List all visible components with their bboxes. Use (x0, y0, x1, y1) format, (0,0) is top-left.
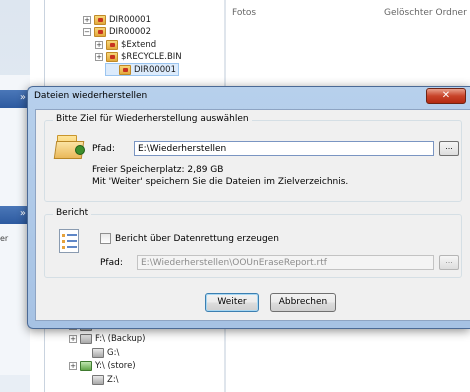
column-header-fotos[interactable]: Fotos (232, 8, 256, 18)
background-left-panel (0, 75, 30, 375)
drive-icon (92, 347, 104, 358)
next-button[interactable]: Weiter (205, 293, 259, 312)
folder-icon (94, 27, 106, 37)
tree-expand-icon[interactable]: + (69, 335, 77, 343)
target-group: Bitte Ziel für Wiederherstellung auswähl… (44, 114, 462, 202)
target-path-label: Pfad: (92, 144, 115, 154)
tree-row[interactable]: DIR00001 (105, 63, 179, 76)
restore-files-dialog: Dateien wiederherstellen ✕ Bitte Ziel fü… (27, 86, 470, 329)
tree-row-label: F:\ (Backup) (95, 334, 146, 344)
tree-expand-icon[interactable]: + (83, 15, 91, 24)
tree-row[interactable]: − DIR00002 (83, 26, 151, 39)
report-checkbox[interactable] (100, 233, 111, 244)
report-path-input (137, 255, 434, 270)
target-group-title: Bitte Ziel für Wiederherstellung auswähl… (53, 114, 252, 124)
column-header-deleted-folder[interactable]: Gelöschter Ordner (384, 8, 467, 18)
tree-row[interactable]: + F:\ (Backup) (69, 333, 145, 346)
tree-row-label: $Extend (121, 39, 157, 50)
folder-icon (106, 39, 118, 50)
tree-row-label: G:\ (107, 347, 120, 358)
report-checkbox-label[interactable]: Bericht über Datenrettung erzeugen (115, 234, 279, 244)
background-panel-header-2[interactable]: » (0, 206, 30, 224)
network-drive-icon (80, 361, 92, 371)
collapse-chevron-icon-2: » (19, 208, 26, 219)
background-panel-header[interactable]: » (0, 90, 30, 108)
close-button[interactable]: ✕ (426, 88, 466, 104)
tree-row-label: DIR00001 (134, 64, 176, 75)
close-icon: ✕ (441, 90, 451, 101)
tree-row[interactable]: G:\ (81, 346, 119, 359)
tree-expand-icon[interactable]: + (95, 40, 103, 49)
tree-row[interactable]: + DIR00001 (83, 13, 151, 26)
tree-row[interactable]: Z:\ (81, 373, 119, 386)
tree-row[interactable]: + $RECYCLE.BIN (95, 51, 182, 64)
tree-expand-icon[interactable]: + (95, 53, 103, 61)
report-path-label: Pfad: (100, 258, 123, 268)
report-group: Bericht Bericht über Datenrettung erzeug… (44, 208, 462, 278)
tree-row-label: DIR00001 (109, 14, 151, 25)
background-partial-text: er (0, 234, 9, 243)
target-path-input[interactable] (134, 141, 434, 156)
cancel-button[interactable]: Abbrechen (270, 293, 336, 312)
collapse-chevron-icon: » (19, 92, 26, 103)
tree-row-label: Z:\ (107, 374, 119, 385)
dialog-client-area: Bitte Ziel für Wiederherstellung auswähl… (35, 109, 470, 321)
target-browse-button[interactable]: ... (439, 141, 459, 156)
hint-text: Mit 'Weiter' speichern Sie die Dateien i… (92, 177, 349, 187)
dialog-title: Dateien wiederherstellen (34, 91, 148, 101)
report-browse-button: ... (439, 255, 459, 270)
drive-icon (80, 334, 92, 344)
report-group-title: Bericht (53, 208, 92, 218)
tree-collapse-icon[interactable]: − (83, 28, 91, 36)
tree-expand-icon[interactable]: + (69, 362, 77, 370)
folder-icon (106, 52, 118, 62)
tree-row-label: Y:\ (store) (95, 361, 136, 371)
tree-row[interactable]: + $Extend (95, 38, 156, 51)
tree-row-label: DIR00002 (109, 27, 151, 37)
drive-icon (92, 374, 104, 385)
folder-icon (94, 14, 106, 25)
folder-icon (119, 64, 131, 75)
dialog-titlebar[interactable]: Dateien wiederherstellen ✕ (28, 87, 470, 107)
free-space-text: Freier Speicherplatz: 2,89 GB (92, 165, 224, 175)
tree-row-label: $RECYCLE.BIN (121, 52, 182, 62)
report-document-icon (59, 229, 79, 253)
tree-row[interactable]: + Y:\ (store) (69, 360, 136, 373)
restore-folder-icon (53, 135, 85, 159)
